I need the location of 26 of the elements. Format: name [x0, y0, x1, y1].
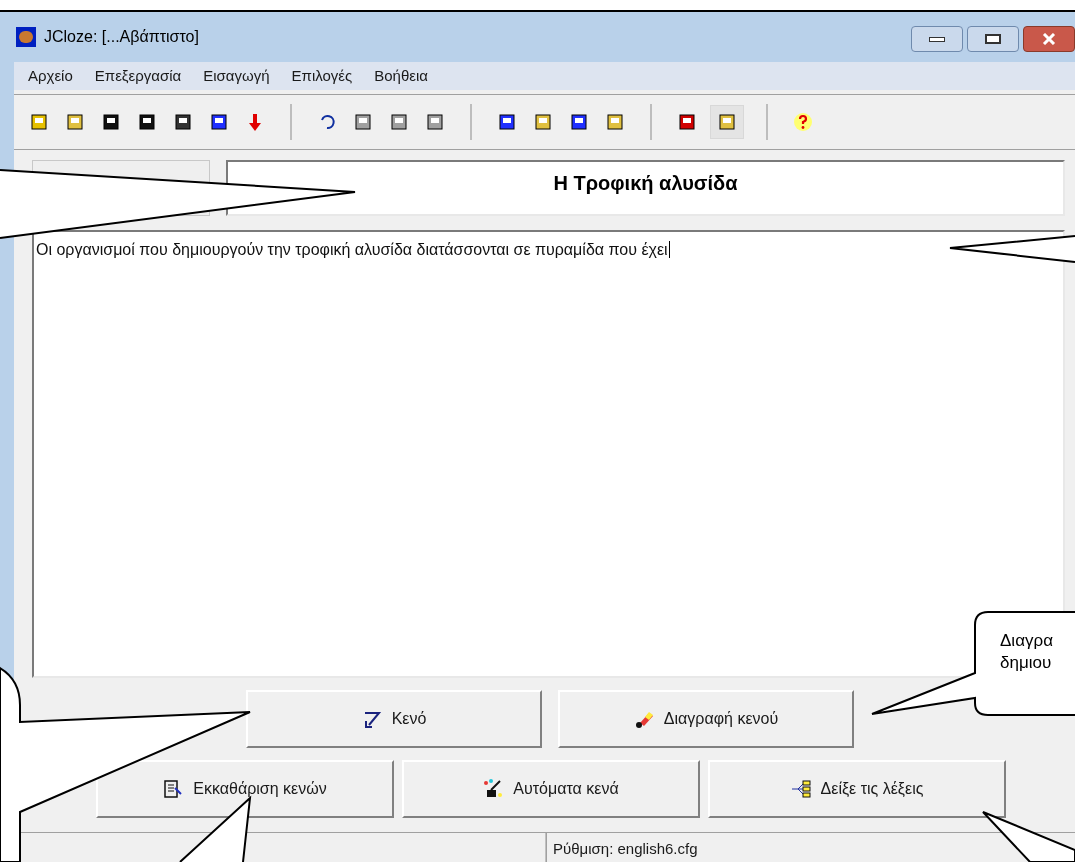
close-button[interactable]: [1023, 26, 1075, 52]
maximize-button[interactable]: [967, 26, 1019, 52]
eraser-icon: [633, 709, 654, 729]
status-text: Ρύθμιση: english6.cfg: [546, 833, 698, 862]
menu-item[interactable]: Επεξεργασία: [94, 64, 182, 88]
text-area-content[interactable]: Οι οργανισμοί που δημιουργούν την τροφική αλυσίδα διατάσσονται σε πυραμίδα που έχει: [36, 241, 670, 258]
app-icon: [16, 27, 36, 47]
action-button[interactable]: Κενό: [246, 690, 542, 748]
magic-wand-icon: [483, 779, 504, 799]
tree-branch-icon: [790, 779, 811, 799]
menu-item[interactable]: Εισαγωγή: [203, 64, 270, 88]
minimize-button[interactable]: [911, 26, 963, 52]
help-icon: [793, 112, 813, 132]
action-button[interactable]: Δείξε τις λέξεις: [708, 760, 1006, 818]
document-cursor-icon: [163, 779, 184, 799]
toolbar-button[interactable]: [710, 105, 744, 139]
menu-item[interactable]: Αρχείο: [28, 64, 73, 88]
action-button[interactable]: Διαγραφή κενού: [558, 690, 854, 748]
close-icon: [1042, 33, 1056, 45]
title-input-field[interactable]: Η Τροφική αλυσίδα: [226, 160, 1065, 216]
menu-item[interactable]: Βοήθεια: [374, 64, 428, 88]
action-button[interactable]: Αυτόματα κενά: [402, 760, 700, 818]
window-title: JCloze: [...Αβάπτιστο]: [44, 27, 199, 47]
action-button[interactable]: Εκκαθάριση κενών: [96, 760, 394, 818]
menu-item[interactable]: Επιλογές: [291, 64, 353, 88]
callout-text: Διαγρα δημιου: [1000, 630, 1053, 674]
